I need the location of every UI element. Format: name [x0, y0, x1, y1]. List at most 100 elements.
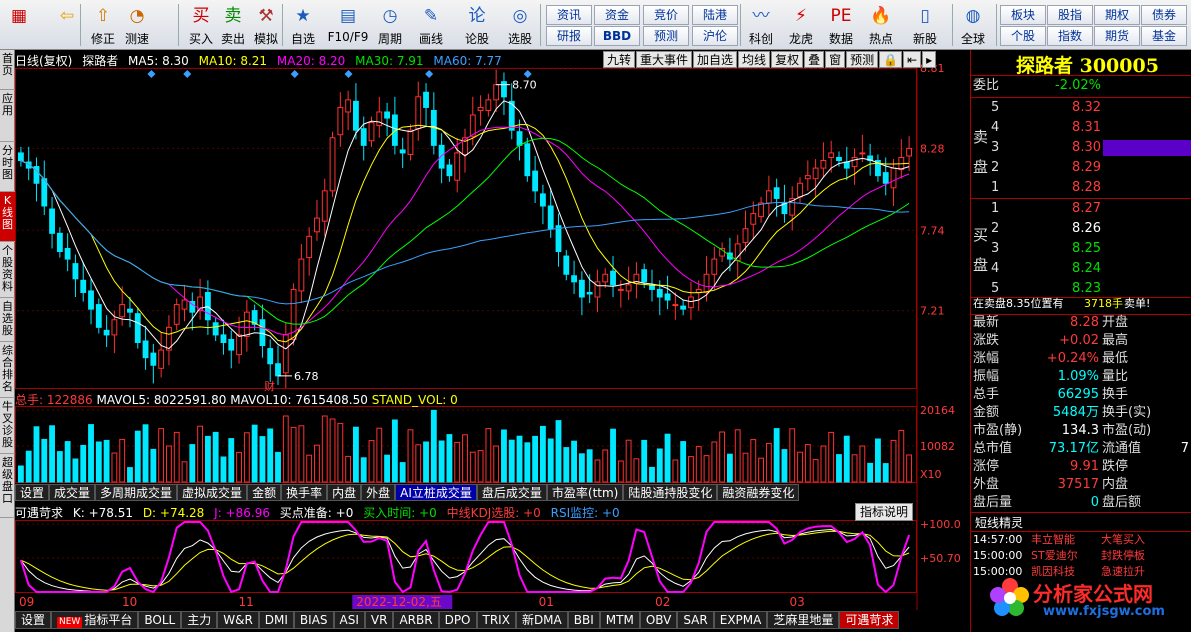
indicator-tab-0[interactable]: 设置: [15, 611, 52, 629]
left-tab-7[interactable]: 牛叉诊股: [0, 398, 15, 454]
indicator-tab-18[interactable]: 芝麻里地量: [767, 611, 840, 629]
sell-level-row[interactable]: 4 8.31: [971, 118, 1191, 138]
volume-tab-0[interactable]: 设置: [15, 484, 50, 501]
toolbar-button-back[interactable]: ⇦: [52, 2, 82, 48]
indicator-help-button[interactable]: 指标说明: [855, 503, 914, 521]
toolbar-button-ipo[interactable]: ▯ 新股: [908, 2, 942, 48]
lock-icon[interactable]: 🔒: [879, 51, 903, 68]
quick-button-2[interactable]: 竞价: [643, 5, 689, 25]
quick-button-0[interactable]: 资讯: [546, 5, 592, 25]
toolbar-button-data[interactable]: PE 数据: [824, 2, 858, 48]
indicator-tab-9[interactable]: ARBR: [393, 611, 439, 629]
indicator-tab-10[interactable]: DPO: [438, 611, 477, 629]
chart-tool-0[interactable]: 九转: [603, 51, 636, 68]
indicator-tab-12[interactable]: 新DMA: [515, 611, 568, 629]
indicator-tab-5[interactable]: DMI: [258, 611, 294, 629]
quick-button-5[interactable]: BBD: [594, 26, 640, 46]
indicator-tab-11[interactable]: TRIX: [476, 611, 516, 629]
short-line-item[interactable]: 14:57:00 丰立智能 大笔买入: [971, 532, 1191, 548]
toolbar-button-hotspot[interactable]: 🔥 热点: [864, 2, 898, 48]
toolbar-button-star-market[interactable]: 〰科创: [744, 2, 778, 48]
quick-button-11[interactable]: 债券: [1141, 5, 1187, 25]
quick-button-13[interactable]: 指数: [1047, 26, 1093, 46]
indicator-tab-13[interactable]: BBI: [567, 611, 600, 629]
volume-tab-5[interactable]: 换手率: [281, 484, 328, 501]
chart-tool-4[interactable]: 复权: [771, 51, 804, 68]
volume-tab-11[interactable]: 陆股通持股变化: [623, 484, 718, 501]
indicator-tab-1[interactable]: NEW 指标平台: [51, 611, 139, 629]
chart-tool-5[interactable]: 叠: [804, 51, 825, 68]
indicator-tab-3[interactable]: 主力: [181, 611, 218, 629]
buy-level-row[interactable]: 4 8.24: [971, 259, 1191, 279]
indicator-tab-2[interactable]: BOLL: [138, 611, 182, 629]
chart-area[interactable]: 8.81 8.28 7.74 7.21 8.70 6.78 财 20164 10082 X10 +1…: [15, 50, 970, 632]
chart-tool-6[interactable]: 窗: [825, 51, 846, 68]
indicator-tab-7[interactable]: ASI: [333, 611, 365, 629]
left-tab-8[interactable]: 超级盘口: [0, 454, 15, 518]
sell-level-row[interactable]: 1 8.28: [971, 178, 1191, 198]
quick-button-4[interactable]: 研报: [546, 26, 592, 46]
toolbar-button-discuss[interactable]: 论论股: [460, 2, 494, 48]
quick-button-3[interactable]: 陆港: [692, 5, 738, 25]
next-icon[interactable]: ▸: [922, 51, 937, 68]
short-line-item[interactable]: 15:00:00 ST爱迪尔 封跌停板: [971, 548, 1191, 564]
left-tab-6[interactable]: 综合排名: [0, 342, 15, 398]
sell-level-row[interactable]: 5 8.32: [971, 98, 1191, 118]
volume-tab-4[interactable]: 金额: [247, 484, 282, 501]
toolbar-button-select[interactable]: ◎ 选股: [502, 2, 538, 48]
toolbar-button-draw[interactable]: ✎ 画线: [412, 2, 450, 48]
volume-tab-8[interactable]: AI立桩成交量: [395, 484, 477, 501]
quick-button-14[interactable]: 期货: [1094, 26, 1140, 46]
indicator-tab-19[interactable]: 可遇苛求: [839, 611, 900, 629]
left-tab-2[interactable]: 分时图: [0, 142, 15, 192]
chart-tool-2[interactable]: 加自选: [693, 51, 738, 68]
left-tab-0[interactable]: 首页: [0, 50, 15, 90]
chart-tool-3[interactable]: 均线: [738, 51, 771, 68]
indicator-tab-15[interactable]: OBV: [639, 611, 678, 629]
indicator-tab-6[interactable]: BIAS: [293, 611, 334, 629]
toolbar-button-period[interactable]: ◷ 周期: [372, 2, 408, 48]
volume-tab-2[interactable]: 多周期成交量: [95, 484, 178, 501]
prev-icon[interactable]: ⇤: [903, 51, 922, 68]
buy-level-row[interactable]: 1 8.27: [971, 199, 1191, 219]
volume-tab-12[interactable]: 融资融券变化: [717, 484, 800, 501]
toolbar-button-fix[interactable]: ⇧ 修正: [88, 2, 118, 48]
toolbar-button-simulate[interactable]: ⚒ 模拟: [250, 2, 282, 48]
toolbar-button-app[interactable]: ▦: [4, 2, 34, 48]
indicator-tab-16[interactable]: SAR: [677, 611, 714, 629]
volume-tab-1[interactable]: 成交量: [49, 484, 96, 501]
volume-tab-6[interactable]: 内盘: [327, 484, 362, 501]
toolbar-button-buy[interactable]: 买买入: [186, 2, 216, 48]
toolbar-button-f10[interactable]: ▤ F10/F9: [326, 2, 370, 48]
volume-tab-10[interactable]: 市盈率(ttm): [546, 484, 624, 501]
quick-button-9[interactable]: 股指: [1047, 5, 1093, 25]
toolbar-button-dragon-tiger[interactable]: ⚡ 龙虎: [784, 2, 818, 48]
toolbar-button-speed[interactable]: ◔ 测速: [120, 2, 154, 48]
quick-button-1[interactable]: 资金: [594, 5, 640, 25]
left-tab-3[interactable]: K线图: [0, 192, 15, 242]
quick-button-12[interactable]: 个股: [1000, 26, 1046, 46]
buy-level-row[interactable]: 3 8.25: [971, 239, 1191, 259]
quick-button-10[interactable]: 期权: [1094, 5, 1140, 25]
quick-button-8[interactable]: 板块: [1000, 5, 1046, 25]
indicator-tab-8[interactable]: VR: [364, 611, 394, 629]
chart-tool-7[interactable]: 预测: [846, 51, 879, 68]
sell-level-row[interactable]: 3 8.30: [971, 138, 1191, 158]
volume-tab-3[interactable]: 虚拟成交量: [177, 484, 248, 501]
toolbar-button-sell[interactable]: 卖卖出: [218, 2, 248, 48]
left-tab-5[interactable]: 自选股: [0, 298, 15, 342]
volume-tab-7[interactable]: 外盘: [361, 484, 396, 501]
indicator-tab-17[interactable]: EXPMA: [713, 611, 768, 629]
toolbar-button-globe[interactable]: ◍ 全球: [956, 2, 990, 48]
quick-button-15[interactable]: 基金: [1141, 26, 1187, 46]
chart-tool-1[interactable]: 重大事件: [636, 51, 693, 68]
chart-canvas[interactable]: 8.818.287.747.218.706.78财2016410082X10+1…: [15, 50, 970, 632]
quick-button-6[interactable]: 预测: [643, 26, 689, 46]
quick-button-7[interactable]: 沪伦: [692, 26, 738, 46]
indicator-tab-4[interactable]: W&R: [217, 611, 259, 629]
volume-tab-9[interactable]: 盘后成交量: [476, 484, 547, 501]
buy-level-row[interactable]: 2 8.26: [971, 219, 1191, 239]
left-tab-4[interactable]: 个股资料: [0, 242, 15, 298]
sell-level-row[interactable]: 2 8.29: [971, 158, 1191, 178]
toolbar-button-favorite[interactable]: ★ 自选: [286, 2, 320, 48]
